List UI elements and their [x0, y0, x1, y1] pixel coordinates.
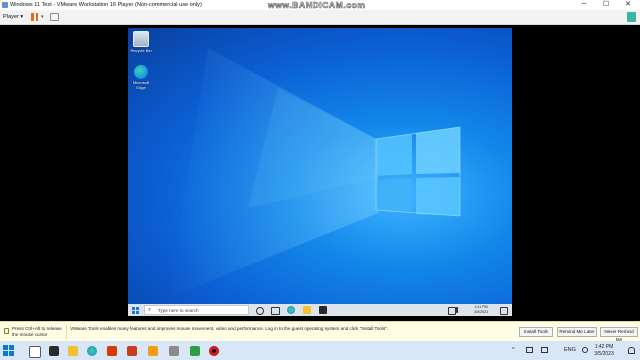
bandicam-icon[interactable]	[209, 346, 219, 356]
vmware-title-bar: Windows 11 Test - VMware Workstation 16 …	[0, 0, 640, 10]
edge-icon[interactable]	[287, 306, 295, 314]
search-icon[interactable]	[29, 346, 41, 358]
volume-icon[interactable]	[456, 307, 464, 313]
search-icon: ⌕	[148, 307, 152, 313]
unity-mode-icon[interactable]	[627, 12, 636, 22]
maximize-button[interactable]: ☐	[596, 0, 616, 10]
desktop-icon-edge[interactable]: Microsoft Edge	[128, 65, 154, 90]
guest-clock-date: 3/5/2023	[474, 310, 488, 314]
language-indicator[interactable]: ENG	[564, 341, 576, 360]
release-hint: Press Ctrl+Alt to release the mouse curs…	[12, 326, 62, 337]
paint-icon[interactable]	[148, 346, 158, 356]
pause-icon[interactable]	[31, 13, 39, 21]
send-ctrl-alt-del-icon[interactable]	[50, 13, 59, 21]
task-view-icon[interactable]	[49, 346, 59, 356]
pause-dropdown-icon[interactable]: ▾	[41, 10, 44, 24]
install-tools-button[interactable]: Install Tools	[519, 327, 553, 337]
vmware-workstation-icon[interactable]	[169, 346, 179, 356]
vmware-app-icon	[2, 2, 8, 8]
tray-overflow-chevron[interactable]: ^	[512, 341, 515, 360]
vmware-tools-bar: Press Ctrl+Alt to release the mouse curs…	[0, 321, 640, 342]
mouse-release-icon	[4, 328, 9, 334]
notification-icon[interactable]	[500, 307, 508, 315]
office-icon[interactable]	[107, 346, 117, 356]
bandicam-watermark: www.BANDICAM.com	[268, 0, 366, 10]
recycle-bin-icon	[133, 31, 149, 47]
edge-icon[interactable]	[87, 346, 97, 356]
minimize-button[interactable]: ─	[574, 0, 594, 10]
desktop-icon-recycle-bin[interactable]: Recycle Bin	[128, 31, 154, 53]
host-clock-time: 1:42 PM	[594, 344, 614, 350]
host-clock-date: 3/5/2023	[594, 351, 614, 357]
powerpoint-icon[interactable]	[127, 346, 137, 356]
guest-clock[interactable]: 1:41 PM 3/5/2023	[464, 305, 498, 315]
divider	[66, 325, 67, 339]
close-button[interactable]: ✕	[618, 0, 638, 10]
windows-logo-wallpaper	[168, 48, 461, 298]
vmware-toolbar: Player ▾ ▾	[0, 10, 640, 25]
host-taskbar: ^ ENG 1:42 PM 3/5/2023	[0, 341, 640, 360]
network-icon[interactable]	[448, 307, 456, 315]
desktop-icon-label: Recycle Bin	[130, 48, 152, 53]
never-remind-me-button[interactable]: Never Remind Me	[600, 327, 638, 342]
window-title: Windows 11 Test - VMware Workstation 16 …	[10, 2, 202, 8]
task-view-icon[interactable]	[271, 307, 280, 315]
search-placeholder: Type here to search	[158, 308, 199, 313]
host-clock[interactable]: 1:42 PM 3/5/2023	[584, 344, 624, 358]
guest-screen[interactable]: Recycle Bin Microsoft Edge ⌕ Type here t…	[128, 28, 512, 316]
edge-icon	[134, 65, 148, 79]
player-menu[interactable]: Player ▾	[3, 10, 23, 24]
file-explorer-icon[interactable]	[303, 306, 311, 314]
vmware-tools-message: VMware Tools enables many features and i…	[70, 326, 389, 331]
notification-bell-icon[interactable]	[628, 347, 635, 354]
file-explorer-icon[interactable]	[68, 346, 78, 356]
guest-start-button[interactable]	[132, 307, 139, 314]
guest-search-box[interactable]: ⌕ Type here to search	[144, 305, 249, 315]
cortana-icon[interactable]	[256, 307, 264, 315]
windows-start-icon[interactable]	[3, 345, 14, 356]
store-icon[interactable]	[319, 306, 327, 314]
cloud-icon[interactable]	[526, 347, 533, 353]
app-icon[interactable]	[190, 346, 200, 356]
display-icon[interactable]	[541, 347, 548, 353]
desktop-icon-label: Microsoft Edge	[132, 80, 150, 90]
guest-taskbar: ⌕ Type here to search 1:41 PM 3/5/2023	[128, 304, 512, 316]
remind-me-later-button[interactable]: Remind Me Later	[557, 327, 597, 337]
